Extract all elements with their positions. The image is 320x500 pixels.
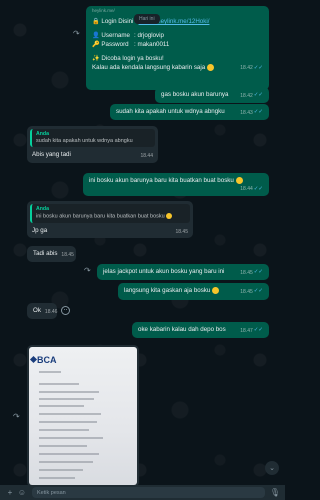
bca-logo: BCA — [37, 355, 57, 365]
receipt-line — [39, 469, 83, 471]
forward-icon[interactable]: ↷ — [84, 266, 91, 275]
grin-emoji-icon — [212, 287, 220, 294]
grin-emoji-icon — [166, 213, 173, 220]
receipt-line — [39, 391, 99, 393]
message-time: 18.45 — [175, 228, 188, 235]
message-text: Tadi abis — [33, 250, 58, 257]
message-text: gas bosku akun barunya — [161, 91, 229, 99]
message-time: 18.44 — [240, 186, 253, 193]
quoted-message[interactable]: Anda sudah kita apakah untuk wdnya abngk… — [30, 129, 155, 148]
receipt-line — [39, 453, 99, 455]
message-time: 18.45 — [240, 269, 253, 276]
password-value: : makan0011 — [134, 40, 170, 48]
receipt-line — [39, 461, 93, 463]
chat-area[interactable]: heylink.me/ 🔒 Login Disini : https://hey… — [0, 0, 285, 485]
read-ticks-icon: ✓✓ — [253, 288, 263, 295]
login-kendala-line: Kalau ada kendala langsung kabarin saja — [92, 63, 206, 71]
receipt-line — [39, 383, 79, 385]
message-time: 18.43 — [240, 109, 253, 116]
message-time: 18.47 — [240, 327, 253, 334]
read-ticks-icon: ✓✓ — [253, 327, 263, 333]
message-text: langsung kita gaskan aja bosku — [124, 287, 211, 295]
login-try-line: ✨ Dicoba login ya bosku! — [92, 55, 164, 63]
login-link-label: 🔒 Login Disini : — [92, 18, 139, 26]
message-text: ini bosku akun barunya baru kita buatkan… — [89, 177, 234, 185]
image-message[interactable]: BCA — [27, 345, 139, 485]
read-ticks-icon: ✓✓ — [253, 92, 263, 98]
receipt-line — [39, 421, 97, 423]
forward-icon[interactable]: ↷ — [13, 412, 20, 421]
message-reply-jp[interactable]: Anda ini bosku akun barunya baru kita bu… — [27, 201, 193, 239]
message-input[interactable] — [32, 487, 265, 498]
message-time: 18.42 — [240, 65, 253, 72]
message-ok[interactable]: Ok 18.46 — [27, 303, 58, 320]
message-ini-bosku[interactable]: ini bosku akun barunya baru kita buatkan… — [83, 173, 269, 196]
emoji-icon[interactable]: ☺ — [16, 488, 28, 497]
receipt-line — [39, 429, 89, 431]
smile-emoji-icon — [206, 63, 214, 71]
receipt-line — [39, 413, 101, 415]
message-text: Ok — [33, 307, 41, 314]
message-time: 18.45 — [240, 288, 253, 295]
message-text: jelas jackpot untuk akun bosku yang baru… — [103, 268, 225, 276]
quote-text: ini bosku akun barunya baru kita buatkan… — [36, 213, 165, 220]
message-time: 18.44 — [140, 153, 153, 160]
message-time: 18.45 — [61, 251, 74, 258]
receipt-line — [39, 371, 61, 373]
message-time: 18.42 — [240, 92, 253, 99]
receipt-line — [39, 398, 94, 400]
react-smiley-icon[interactable] — [61, 306, 70, 315]
quote-author: Anda — [36, 131, 49, 137]
grin-emoji-icon — [235, 177, 243, 184]
message-text: oke kabarin kalau dah depo bos — [138, 326, 226, 334]
scroll-down-button[interactable]: ⌄ — [265, 461, 279, 475]
quote-text: sudah kita apakah untuk wdnya abngku — [36, 138, 133, 145]
message-gas[interactable]: gas bosku akun barunya 18.42✓✓ — [155, 87, 269, 104]
message-composer: + ☺ 🎙 — [0, 485, 285, 500]
receipt-line — [39, 445, 87, 447]
chevron-down-icon: ⌄ — [269, 465, 275, 472]
message-time: 18.46 — [44, 308, 58, 315]
receipt-line — [39, 477, 75, 479]
username-label: 👤 Username — [92, 32, 130, 40]
read-ticks-icon: ✓✓ — [253, 185, 263, 192]
message-text: Jp ga — [32, 226, 48, 234]
receipt-line — [39, 405, 84, 407]
date-chip: Hari ini — [134, 14, 160, 24]
message-text: sudah kita apakah untuk wdnya abngku — [116, 108, 225, 116]
message-oke-kabarin[interactable]: oke kabarin kalau dah depo bos 18.47✓✓ — [132, 322, 269, 339]
message-sudah[interactable]: sudah kita apakah untuk wdnya abngku 18.… — [110, 104, 269, 121]
read-ticks-icon: ✓✓ — [253, 269, 263, 275]
login-header: heylink.me/ — [92, 8, 115, 13]
message-text: Abis yang tadi — [32, 151, 71, 159]
forward-icon[interactable]: ↷ — [73, 29, 80, 38]
message-tadi-abis[interactable]: Tadi abis 18.45 — [27, 246, 76, 263]
microphone-icon[interactable]: 🎙 — [269, 488, 281, 497]
receipt-photo[interactable]: BCA — [29, 347, 137, 485]
password-label: 🔑 Password — [92, 40, 129, 48]
message-jelas[interactable]: jelas jackpot untuk akun bosku yang baru… — [97, 264, 269, 281]
attach-plus-icon[interactable]: + — [4, 488, 16, 497]
quoted-message[interactable]: Anda ini bosku akun barunya baru kita bu… — [30, 204, 190, 223]
read-ticks-icon: ✓✓ — [253, 109, 263, 115]
username-value: : drjoglovip — [134, 32, 164, 40]
quote-author: Anda — [36, 206, 49, 212]
message-reply-abis[interactable]: Anda sudah kita apakah untuk wdnya abngk… — [27, 126, 158, 163]
bca-logo-mark — [29, 355, 38, 364]
read-ticks-icon: ✓✓ — [253, 64, 263, 71]
message-langsung[interactable]: langsung kita gaskan aja bosku 18.45✓✓ — [118, 283, 269, 300]
message-login-info[interactable]: heylink.me/ 🔒 Login Disini : https://hey… — [86, 6, 269, 90]
receipt-line — [39, 437, 103, 439]
